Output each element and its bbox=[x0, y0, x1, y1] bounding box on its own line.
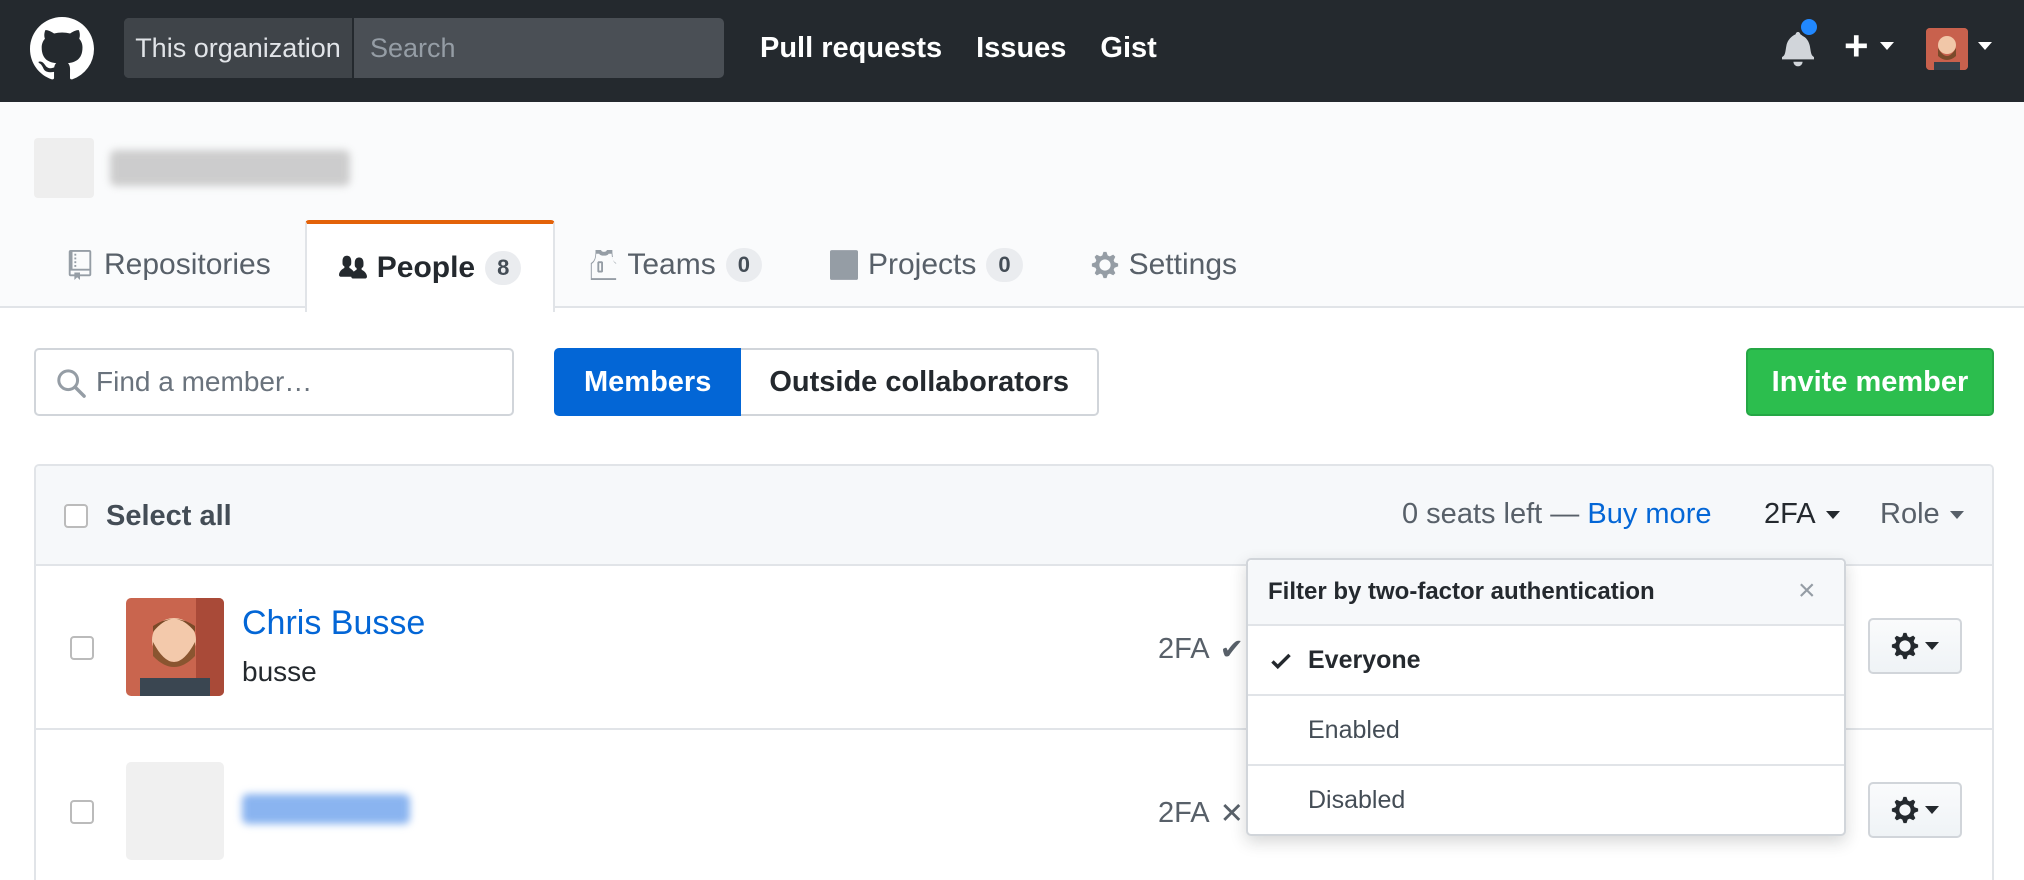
member-avatar[interactable] bbox=[126, 598, 224, 696]
2fa-filter-dropdown[interactable]: 2FA bbox=[1764, 498, 1840, 531]
member-settings-button[interactable] bbox=[1868, 782, 1962, 838]
gear-icon bbox=[1091, 251, 1118, 279]
2fa-label: 2FA bbox=[1158, 797, 1210, 829]
checkmark-icon: ✔ bbox=[1219, 634, 1244, 666]
2fa-filter-menu-header: Filter by two-factor authentication × bbox=[1248, 560, 1844, 626]
gear-icon bbox=[1891, 796, 1919, 824]
option-label: Disabled bbox=[1308, 786, 1406, 814]
project-board-icon bbox=[829, 250, 858, 280]
tab-projects[interactable]: Projects 0 bbox=[796, 220, 1057, 308]
global-search: This organization bbox=[124, 18, 724, 78]
members-segment-button[interactable]: Members bbox=[554, 348, 742, 416]
members-table-header: Select all 0 seats left — Buy more 2FA R… bbox=[36, 466, 1992, 566]
nav-pull-requests[interactable]: Pull requests bbox=[760, 28, 942, 68]
tab-label: Repositories bbox=[104, 248, 271, 281]
projects-count-badge: 0 bbox=[986, 248, 1023, 282]
org-header: Repositories People 8 Teams 0 Projects 0… bbox=[0, 102, 2024, 312]
option-label: Enabled bbox=[1308, 716, 1400, 744]
org-tabs: Repositories People 8 Teams 0 Projects 0… bbox=[0, 220, 1271, 312]
invite-member-button[interactable]: Invite member bbox=[1746, 348, 1994, 416]
2fa-filter-label: 2FA bbox=[1764, 498, 1816, 530]
role-filter-label: Role bbox=[1880, 498, 1940, 530]
org-name-redacted[interactable] bbox=[110, 150, 350, 186]
people-count-badge: 8 bbox=[485, 251, 522, 285]
chevron-down-icon bbox=[1925, 642, 1939, 650]
member-name-redacted[interactable] bbox=[242, 794, 410, 824]
close-icon[interactable]: × bbox=[1798, 574, 1816, 608]
member-avatar[interactable] bbox=[126, 762, 224, 860]
chevron-down-icon bbox=[1825, 510, 1840, 519]
create-new-plus-icon[interactable]: + bbox=[1844, 24, 1869, 68]
2fa-filter-menu: Filter by two-factor authentication × Ev… bbox=[1246, 558, 1846, 836]
org-avatar[interactable] bbox=[34, 138, 94, 198]
top-nav-links: Pull requests Issues Gist bbox=[760, 28, 1157, 68]
select-all-label[interactable]: Select all bbox=[106, 500, 232, 533]
2fa-filter-menu-title: Filter by two-factor authentication bbox=[1268, 578, 1655, 605]
jersey-icon bbox=[591, 250, 617, 280]
create-new-caret-icon[interactable] bbox=[1880, 42, 1894, 50]
search-input[interactable] bbox=[354, 18, 724, 78]
tab-label: Projects bbox=[867, 248, 977, 281]
top-navbar: This organization Pull requests Issues G… bbox=[0, 0, 2024, 102]
user-avatar[interactable] bbox=[1926, 28, 1968, 70]
2fa-filter-option-disabled[interactable]: Disabled bbox=[1248, 766, 1844, 836]
check-icon bbox=[1271, 653, 1291, 670]
user-menu-caret-icon[interactable] bbox=[1978, 42, 1992, 50]
option-label: Everyone bbox=[1308, 646, 1421, 674]
nav-gist[interactable]: Gist bbox=[1100, 28, 1156, 68]
tab-teams[interactable]: Teams 0 bbox=[555, 220, 796, 308]
tab-label: Settings bbox=[1128, 248, 1238, 281]
buy-more-link[interactable]: Buy more bbox=[1587, 498, 1711, 530]
search-scope-label[interactable]: This organization bbox=[124, 18, 354, 78]
member-name-link[interactable]: Chris Busse bbox=[242, 604, 425, 643]
2fa-status: 2FA ✔ bbox=[1158, 632, 1244, 667]
github-logo-icon[interactable] bbox=[30, 17, 94, 81]
tab-settings[interactable]: Settings bbox=[1057, 220, 1271, 308]
member-checkbox[interactable] bbox=[70, 636, 94, 660]
seats-info: 0 seats left — Buy more bbox=[1402, 498, 1711, 531]
search-icon bbox=[57, 369, 86, 398]
find-member-input[interactable] bbox=[96, 350, 496, 414]
select-all-checkbox[interactable] bbox=[64, 504, 88, 528]
member-settings-button[interactable] bbox=[1868, 618, 1962, 674]
outside-collaborators-segment-button[interactable]: Outside collaborators bbox=[741, 348, 1100, 416]
tab-repositories[interactable]: Repositories bbox=[0, 220, 305, 308]
gear-icon bbox=[1891, 632, 1919, 660]
2fa-status: 2FA ✕ bbox=[1158, 796, 1244, 831]
chevron-down-icon bbox=[1949, 510, 1964, 519]
tab-label: People bbox=[376, 251, 476, 284]
repo-icon bbox=[68, 250, 92, 280]
tab-label: Teams bbox=[627, 248, 716, 281]
tab-people[interactable]: People 8 bbox=[304, 220, 556, 312]
teams-count-badge: 0 bbox=[725, 248, 762, 282]
role-filter-dropdown[interactable]: Role bbox=[1880, 498, 1964, 531]
member-checkbox[interactable] bbox=[70, 800, 94, 824]
2fa-label: 2FA bbox=[1158, 633, 1210, 665]
2fa-filter-option-enabled[interactable]: Enabled bbox=[1248, 696, 1844, 766]
chevron-down-icon bbox=[1925, 806, 1939, 814]
cross-icon: ✕ bbox=[1219, 798, 1244, 830]
people-icon bbox=[338, 255, 367, 279]
find-member-field bbox=[34, 348, 514, 416]
member-login: busse bbox=[242, 656, 317, 687]
unread-notification-dot bbox=[1798, 16, 1820, 38]
seats-left-text: 0 seats left — bbox=[1402, 498, 1580, 530]
nav-issues[interactable]: Issues bbox=[976, 28, 1066, 68]
2fa-filter-option-everyone[interactable]: Everyone bbox=[1248, 626, 1844, 696]
member-type-segmented-control: Members Outside collaborators bbox=[554, 348, 1100, 416]
